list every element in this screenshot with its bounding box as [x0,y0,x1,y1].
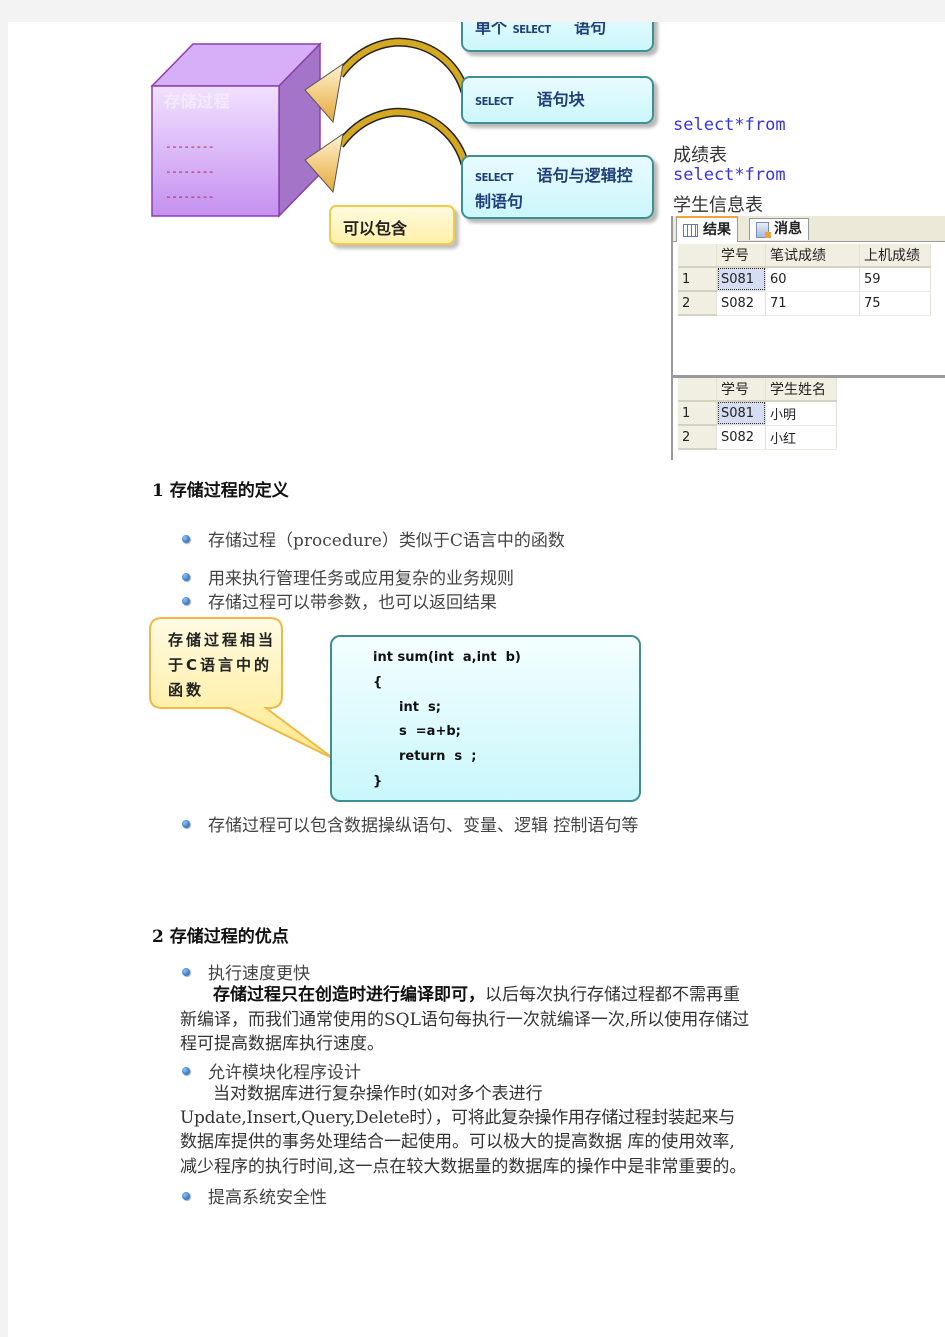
results-tabbar: 结果 消息 [673,216,945,242]
cube-title: 存储过程 [164,92,231,111]
bullet-icon [182,572,190,581]
code-line: { [373,675,383,690]
list-item-text: 允许模块化程序设计 [208,1063,361,1083]
curved-arrows [304,37,470,194]
bullet-icon [182,534,190,543]
list-item: 允许模块化程序设计 [182,1058,361,1083]
paragraph-line: 数据库提供的事务处理结合一起使用。可以极大的提高数据 库的使用效率, [180,1132,735,1152]
top-band [0,0,945,22]
callout-text: 存储过程相当于C语言中的函数 [168,631,277,699]
grid-cell[interactable]: S081 [716,401,766,426]
results-grid-students: 学号 学生姓名 1 S081 小明 2 S082 小红 [678,378,837,450]
tab-messages[interactable]: 消息 [749,218,809,240]
results-pane: 结果 消息 学号 笔试成绩 上机成绩 1 S081 60 59 2 S082 7… [671,216,945,460]
select-box-control: SELECT 语句与逻辑控 制语句 [461,155,654,219]
box-text: 语句与逻辑控 [536,166,633,185]
note-box: 可以包含 [329,205,455,245]
table-row: 2 S082 小红 [678,425,837,450]
row-number-header [678,244,717,268]
list-item-text: 用来执行管理任务或应用复杂的业务规则 [208,569,514,589]
paragraph-line: Update,Insert,Query,Delete时），可将此复杂操作用存储过… [180,1108,735,1128]
bullet-icon [182,819,190,828]
bullet-icon [182,967,190,976]
bullet-icon [182,1066,190,1075]
table-row: 1 S081 60 59 [678,267,931,292]
select-keyword: SELECT [475,171,513,184]
select-keyword: SELECT [475,95,513,108]
cube-line: -------- [165,165,214,178]
paragraph-line: 新编译，而我们通常使用的SQL语句每执行一次就编译一次,所以使用存储过 [180,1010,750,1030]
table-row: 2 S082 71 75 [678,291,931,316]
code-line: int sum(int a,int b) [373,650,521,665]
cube-line: -------- [165,190,214,203]
select-keyword: SELECT [512,23,551,36]
sql-keyword: select*from [673,115,786,135]
grid-cell[interactable]: 59 [859,267,931,292]
list-item: 提高系统安全性 [182,1183,327,1208]
message-icon [756,221,771,238]
column-header[interactable]: 学号 [716,244,766,268]
tab-label: 消息 [774,221,802,237]
tab-results[interactable]: 结果 [676,216,738,242]
bullet-icon [182,1191,190,1200]
cube-line: -------- [165,140,214,153]
sql-keyword: select*from [673,165,786,185]
grid-cell[interactable]: 60 [765,267,860,292]
code-line: } [373,774,383,789]
paragraph-line: 当对数据库进行复杂操作时(如对多个表进行 [213,1084,543,1104]
grid-icon [683,223,698,237]
grid-cell[interactable]: 75 [859,291,931,316]
paragraph-line: 存储过程只在创造时进行编译即可，以后每次执行存储过程都不需再重 [213,983,740,1007]
section-heading: 1 存储过程的定义 [152,481,289,501]
row-number[interactable]: 2 [678,425,717,450]
column-header[interactable]: 学号 [716,378,766,402]
section-heading: 2 存储过程的优点 [152,927,289,947]
list-item: 存储过程（procedure）类似于C语言中的函数 [182,526,565,551]
sql-table-name: 学生信息表 [673,195,763,216]
list-item: 用来执行管理任务或应用复杂的业务规则 [182,564,514,589]
bold-text: 存储过程只在创造时进行编译即可， [213,985,485,1005]
box-text: 语句块 [536,90,585,109]
list-item: 存储过程可以包含数据操纵语句、变量、逻辑 控制语句等 [182,811,638,836]
grid-cell[interactable]: 小红 [765,425,837,450]
box-text: 制语句 [475,192,524,211]
column-header[interactable]: 笔试成绩 [765,244,860,268]
list-item-text: 存储过程（procedure）类似于C语言中的函数 [208,531,565,551]
column-header[interactable]: 学生姓名 [765,378,837,402]
row-number-header [678,378,717,402]
bullet-icon [182,596,190,605]
grid-cell[interactable]: S082 [716,291,766,316]
sql-table-name: 成绩表 [673,145,727,166]
grid-cell[interactable]: 71 [765,291,860,316]
grid-header-row: 学号 学生姓名 [678,378,837,402]
column-header[interactable]: 上机成绩 [859,244,931,268]
row-number[interactable]: 2 [678,291,717,316]
row-number[interactable]: 1 [678,401,717,426]
list-item: 存储过程可以带参数，也可以返回结果 [182,588,497,613]
list-item-text: 提高系统安全性 [208,1188,327,1208]
code-line: return s ; [399,749,477,764]
grid-cell[interactable]: S081 [716,267,766,292]
paragraph-line: 程可提高数据库执行速度。 [180,1034,384,1054]
code-box: int sum(int a,int b) { int s; s =a+b; re… [330,635,641,802]
row-number[interactable]: 1 [678,267,717,292]
list-item-text: 存储过程可以带参数，也可以返回结果 [208,593,497,613]
table-row: 1 S081 小明 [678,401,837,426]
paragraph-text: 以后每次执行存储过程都不需再重 [485,985,740,1005]
grid-header-row: 学号 笔试成绩 上机成绩 [678,244,931,268]
list-item-text: 存储过程可以包含数据操纵语句、变量、逻辑 控制语句等 [208,816,639,836]
list-item: 执行速度更快 [182,959,310,984]
tab-label: 结果 [703,221,731,238]
code-line: s =a+b; [399,724,461,739]
code-line: int s; [399,700,441,715]
paragraph-line: 减少程序的执行时间,这一点在较大数据量的数据库的操作中是非常重要的。 [180,1157,747,1177]
results-grid-scores: 学号 笔试成绩 上机成绩 1 S081 60 59 2 S082 71 75 [678,244,931,316]
list-item-text: 执行速度更快 [208,964,310,984]
grid-cell[interactable]: 小明 [765,401,837,426]
grid-cell[interactable]: S082 [716,425,766,450]
arrow-icon [304,107,470,194]
select-box-block: SELECT 语句块 [461,76,654,124]
